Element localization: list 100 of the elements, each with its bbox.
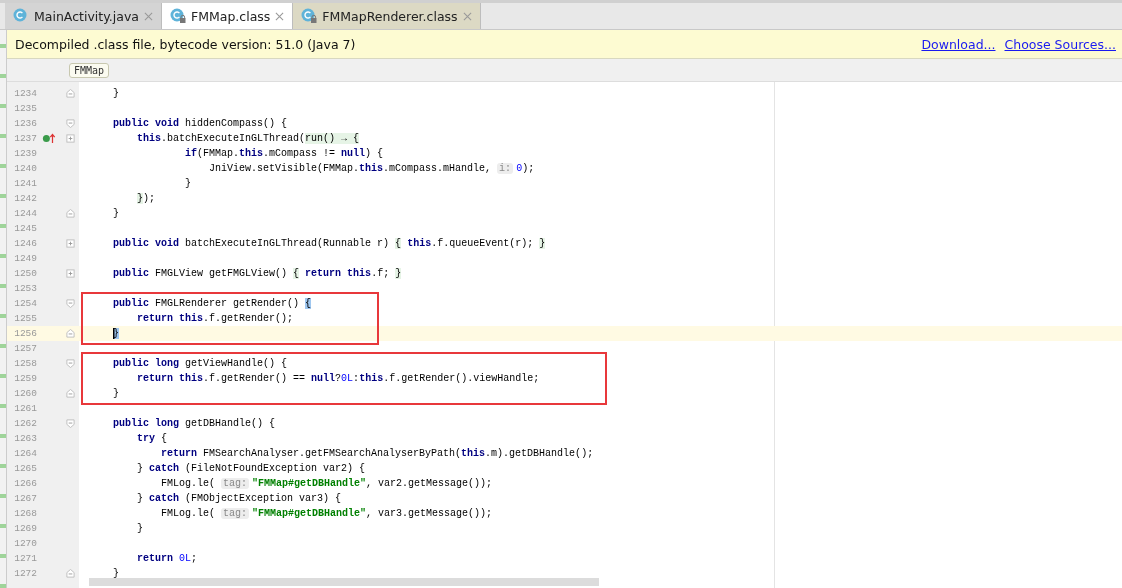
fold-end-icon[interactable]: [65, 329, 75, 338]
keyword: public: [113, 298, 150, 309]
close-icon[interactable]: [462, 11, 472, 21]
folded-region: }: [539, 238, 546, 249]
expand-icon[interactable]: [65, 239, 75, 248]
fold-start-icon[interactable]: [65, 359, 75, 368]
keyword: this: [461, 448, 486, 459]
line-number: 1256: [13, 328, 37, 339]
line-number: 1270: [13, 538, 37, 549]
keyword: this: [137, 133, 162, 144]
code-text: .mCompass !=: [263, 148, 337, 159]
code-text: .batchExecuteInGLThread(: [161, 133, 306, 144]
editor-tab[interactable]: FMMap.class: [161, 3, 294, 29]
line-number: 1249: [13, 253, 37, 264]
override-marker-icon[interactable]: [42, 133, 56, 144]
expand-icon[interactable]: [65, 269, 75, 278]
editor-tab[interactable]: FMMapRenderer.class: [293, 3, 481, 29]
code-text: FMLog.le(: [161, 508, 217, 519]
code-text: .f.queueEvent(r);: [431, 238, 534, 249]
line-number: 1245: [13, 223, 37, 234]
number-literal: 0L: [341, 373, 354, 384]
line-number: 1259: [13, 373, 37, 384]
fold-end-icon[interactable]: [65, 89, 75, 98]
code-text: :: [353, 373, 360, 384]
code-text: FMGLRenderer getRender(): [155, 298, 301, 309]
code-text: .m).getDBHandle();: [485, 448, 594, 459]
code-text: , var2.getMessage());: [366, 478, 493, 489]
folded-region: {: [293, 268, 300, 279]
keyword: public long: [113, 358, 180, 369]
code-text: getViewHandle() {: [185, 358, 288, 369]
keyword: return this: [305, 268, 372, 279]
line-number: 1261: [13, 403, 37, 414]
line-number: 1240: [13, 163, 37, 174]
notification-link[interactable]: Download...: [921, 36, 996, 52]
line-number: 1234: [13, 88, 37, 99]
folded-region: {: [395, 238, 402, 249]
code-text: , var3.getMessage());: [366, 508, 493, 519]
close-icon[interactable]: [275, 11, 285, 21]
expand-icon[interactable]: [65, 134, 75, 143]
keyword: catch: [149, 463, 180, 474]
line-number: 1244: [13, 208, 37, 219]
line-number: 1250: [13, 268, 37, 279]
parameter-hint: tag:: [221, 508, 250, 519]
line-number: 1235: [13, 103, 37, 114]
folded-region: run() → {: [305, 133, 360, 144]
line-number: 1269: [13, 523, 37, 534]
line-number: 1272: [13, 568, 37, 579]
code-text: {: [161, 433, 168, 444]
code-text: .mCompass.mHandle,: [383, 163, 493, 174]
fold-end-icon[interactable]: [65, 389, 75, 398]
code-text: }: [113, 208, 120, 219]
matched-brace: {: [305, 298, 312, 309]
fold-start-icon[interactable]: [65, 419, 75, 428]
code-text: }: [137, 463, 145, 474]
folded-region: }: [137, 193, 144, 204]
keyword: try: [137, 433, 156, 444]
class-icon: [13, 8, 29, 24]
code-text: }: [137, 493, 145, 504]
keyword: return this: [137, 373, 204, 384]
code-text: .f;: [371, 268, 390, 279]
breadcrumb[interactable]: FMMap: [69, 62, 110, 78]
fold-start-icon[interactable]: [65, 299, 75, 308]
parameter-hint: i:: [497, 163, 514, 174]
line-number: 1246: [13, 238, 37, 249]
editor-tab[interactable]: MainActivity.java: [5, 3, 162, 29]
code-text: (FileNotFoundException var2) {: [185, 463, 366, 474]
close-icon[interactable]: [143, 11, 153, 21]
fold-start-icon[interactable]: [65, 119, 75, 128]
line-number: 1264: [13, 448, 37, 459]
horizontal-scrollbar[interactable]: [89, 578, 599, 586]
keyword: public long: [113, 418, 180, 429]
code-text: .f.getRender().viewHandle;: [383, 373, 540, 384]
fold-end-icon[interactable]: [65, 569, 75, 578]
code-text: ) {: [365, 148, 384, 159]
keyword: null: [311, 373, 336, 384]
code-text: FMGLView getFMGLView(): [155, 268, 289, 279]
code-text: }: [113, 388, 120, 399]
fold-end-icon[interactable]: [65, 209, 75, 218]
line-number: 1271: [13, 553, 37, 564]
line-number: 1237: [13, 133, 37, 144]
string-literal: "FMMap#getDBHandle": [252, 478, 367, 489]
code-text: ?: [335, 373, 342, 384]
line-number: 1241: [13, 178, 37, 189]
line-number: 1253: [13, 283, 37, 294]
code-text: }: [137, 523, 144, 534]
keyword: public: [113, 268, 150, 279]
line-number: 1257: [13, 343, 37, 354]
keyword: this: [239, 148, 264, 159]
code-text: }: [113, 568, 120, 579]
line-number: 1254: [13, 298, 37, 309]
code-text: .f.getRender() ==: [203, 373, 307, 384]
notification-link[interactable]: Choose Sources...: [1004, 36, 1116, 52]
number-literal: 0L: [179, 553, 192, 564]
line-number: 1258: [13, 358, 37, 369]
code-text: ;: [191, 553, 198, 564]
line-number: 1239: [13, 148, 37, 159]
line-number: 1262: [13, 418, 37, 429]
code-text: }: [185, 178, 192, 189]
keyword: return this: [137, 313, 204, 324]
code-text: getDBHandle() {: [185, 418, 276, 429]
